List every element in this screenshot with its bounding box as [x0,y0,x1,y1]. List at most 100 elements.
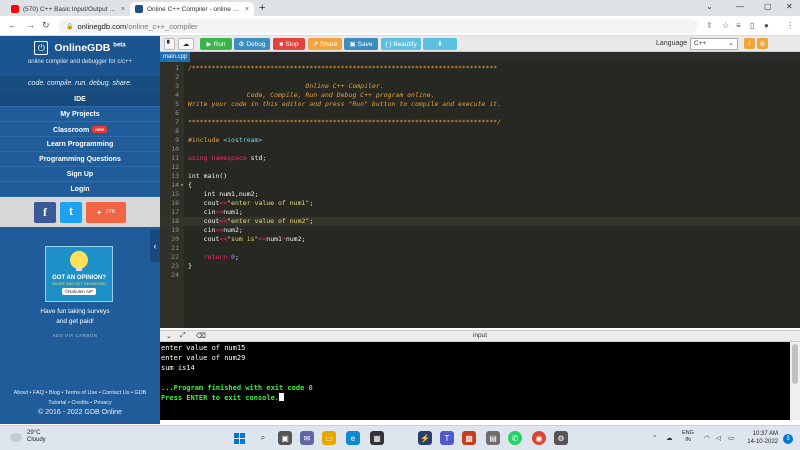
twitter-share-button[interactable]: t [60,201,82,223]
forward-arrow-icon[interactable]: → [26,20,35,30]
language-select[interactable]: C++ ⌄ [690,38,738,50]
code-line[interactable]: 9 #include <iostream> [160,136,800,145]
app-icon-1[interactable]: ⚡ [418,431,432,445]
code-line[interactable]: 17 cin>>num1; [160,208,800,217]
media-icon[interactable]: ≡ [736,21,741,30]
teams-chat-icon[interactable]: ✉ [300,431,314,445]
start-windows-icon[interactable] [232,431,246,445]
browser-menu-icon[interactable]: ⋮ [786,21,794,30]
brand-header[interactable]: ⏻ OnlineGDB beta online compiler and deb… [0,36,160,76]
stop-button[interactable]: ■ Stop [273,38,305,50]
reload-icon[interactable]: ↻ [42,20,50,31]
task-view-icon[interactable]: ▣ [278,431,292,445]
ad-text[interactable]: Have fun taking surveys and get paid! [0,307,150,327]
sidebar-item-ide[interactable]: IDE [0,92,160,107]
code-line[interactable]: 8 [160,127,800,136]
url-input[interactable]: 🔒 onlinegdb.com/online_c++_compiler [58,19,698,33]
back-arrow-icon[interactable]: ← [8,20,17,30]
beautify-button[interactable]: { } Beautify [381,38,421,50]
code-line[interactable]: 22 return 0; [160,253,800,262]
tab-close-icon[interactable]: × [121,6,125,13]
share-page-icon[interactable]: ⇪ [706,21,713,30]
code-line[interactable]: 6 [160,109,800,118]
share-button[interactable]: ⇗ Share [308,38,342,50]
volume-icon[interactable]: ◁ [716,434,721,442]
download-button[interactable]: ⬇ [423,38,457,50]
console-scrollbar[interactable] [790,342,800,420]
more-share-button[interactable]: +77K [86,201,126,223]
code-line[interactable]: 5 Write your code in this editor and pres… [160,100,800,109]
code-line[interactable]: 7 ***************************************… [160,118,800,127]
code-line[interactable]: 18 cout<<"enter value of num2"; [160,217,800,226]
tab-search-chevron-icon[interactable]: ⌄ [706,2,713,11]
code-line[interactable]: 20 cout<<"sum is"<<num1+num2; [160,235,800,244]
notification-badge[interactable]: 3 [783,434,793,444]
weather-widget[interactable]: 29°C Cloudy [10,430,46,444]
code-line[interactable]: 10 [160,145,800,154]
minimize-button[interactable]: — [736,2,744,11]
sidebar-item-login[interactable]: Login [0,182,160,197]
code-line[interactable]: 16 cout<<"enter value of num1"; [160,199,800,208]
collapse-sidebar-chevron-icon[interactable]: ‹ [150,230,160,262]
file-explorer-icon[interactable]: ▭ [322,431,336,445]
bookmark-star-icon[interactable]: ☆ [722,21,729,30]
code-line[interactable]: 2 [160,73,800,82]
settings-icon[interactable]: ⚙ [554,431,568,445]
scrollbar-thumb[interactable] [792,344,798,384]
output-console[interactable]: enter value of num15 enter value of num29… [160,342,790,420]
run-button[interactable]: ▶ Run [200,38,232,50]
sidebar-item-programming-questions[interactable]: Programming Questions [0,152,160,167]
info-icon[interactable]: i [744,38,755,49]
maximize-button[interactable]: ▢ [764,2,772,11]
close-window-button[interactable]: ✕ [786,2,793,11]
whatsapp-icon[interactable]: ✆ [508,431,522,445]
tray-chevron-up-icon[interactable]: ⌃ [652,434,657,442]
sidebar-item-classroom[interactable]: Classroom new [0,122,160,137]
code-line[interactable]: 13 int main() [160,172,800,181]
ad-banner[interactable]: GOT AN OPINION? SHARE AND GET REWARDED ©… [45,246,113,302]
code-line[interactable]: 4 Code, Compile, Run and Debug C++ progr… [160,91,800,100]
sidebar-item-my-projects[interactable]: My Projects [0,107,160,122]
browser-tab-onlinegdb[interactable]: Online C++ Compiler - online ed... × [130,2,254,16]
code-line[interactable]: 3 Online C++ Compiler. [160,82,800,91]
code-line[interactable]: 15 int num1,num2; [160,190,800,199]
code-line[interactable]: 19 cin>>num2; [160,226,800,235]
app-icon-2[interactable]: ▤ [486,431,500,445]
tab-close-icon[interactable]: × [245,6,249,13]
code-line[interactable]: 11 using namespace std; [160,154,800,163]
code-line[interactable]: 14 ▾ { [160,181,800,190]
reading-list-icon[interactable]: ▯ [750,21,754,30]
browser-tab-youtube[interactable]: (570) C++ Basic Input/Output & ... × [6,2,130,16]
debug-button[interactable]: ⚙ Debug [234,38,270,50]
edge-icon[interactable]: e [346,431,360,445]
sidebar-item-sign-up[interactable]: Sign Up [0,167,160,182]
battery-icon[interactable]: ▭ [728,434,734,442]
code-line[interactable]: 12 [160,163,800,172]
code-line[interactable]: 21 [160,244,800,253]
store-icon[interactable]: ▦ [370,431,384,445]
code-line[interactable]: 23} [160,262,800,271]
file-tab-main-cpp[interactable]: main.cpp [160,52,190,62]
chrome-icon[interactable]: ◉ [532,431,546,445]
code-line[interactable]: 1 /**************************************… [160,64,800,73]
teams-icon[interactable]: T [440,431,454,445]
save-button[interactable]: ▣ Save [344,38,378,50]
profile-icon[interactable]: ● [764,21,769,30]
footer-links-2[interactable]: Tutorial • Credits • Privacy [0,398,160,408]
new-tab-button[interactable]: + [259,2,265,14]
search-icon[interactable]: ⌕ [256,431,270,445]
tray-cloud-icon[interactable]: ☁ [666,434,673,442]
clock[interactable]: 10:37 AM 14-10-2022 [742,430,778,446]
new-file-button[interactable]: ▘ [164,38,175,50]
upload-button[interactable]: ☁ [178,38,194,50]
fold-toggle-icon[interactable]: ▾ [180,181,184,190]
settings-gear-icon[interactable]: ⚙ [757,38,768,49]
ads-via-carbon-link[interactable]: ADS VIA CARBON [0,333,150,338]
code-editor[interactable]: 1 /**************************************… [160,62,800,328]
input-language[interactable]: ENG IN [682,430,694,444]
office-icon[interactable]: ▩ [462,431,476,445]
footer-links[interactable]: About • FAQ • Blog • Terms of Use • Cont… [0,388,160,398]
sidebar-item-learn-programming[interactable]: Learn Programming [0,137,160,152]
wifi-icon[interactable]: ◠ [704,434,710,442]
code-line[interactable]: 24 [160,271,800,280]
